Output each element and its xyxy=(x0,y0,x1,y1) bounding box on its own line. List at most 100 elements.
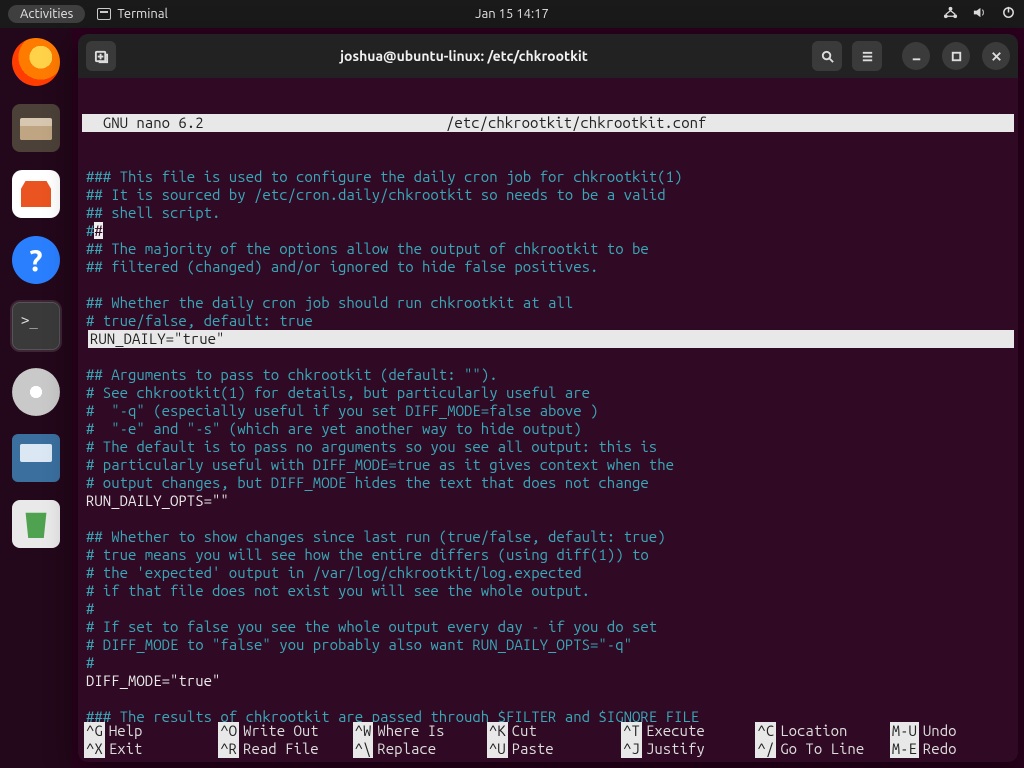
shortcut-label: Location xyxy=(780,722,847,740)
editor-line[interactable]: ## Whether to show changes since last ru… xyxy=(86,528,666,545)
shortcut-label: Redo xyxy=(923,740,957,758)
menu-button[interactable] xyxy=(852,41,882,71)
system-top-bar: Activities Terminal Jan 15 14:17 xyxy=(0,0,1024,28)
terminal-window: joshua@ubuntu-linux: /etc/chkrootkit GNU… xyxy=(78,34,1018,762)
editor-line[interactable]: ## shell script. xyxy=(86,204,220,221)
editor-line[interactable]: # DIFF_MODE to "false" you probably also… xyxy=(86,636,632,653)
dock-show-apps[interactable] xyxy=(16,698,56,738)
editor-line[interactable]: ## Arguments to pass to chkrootkit (defa… xyxy=(86,366,498,383)
nano-shortcut: ^\Replace xyxy=(353,740,475,758)
active-app-name: Terminal xyxy=(117,7,168,21)
close-button[interactable] xyxy=(982,42,1010,70)
editor-line[interactable]: RUN_DAILY="true" xyxy=(88,330,1014,348)
power-icon[interactable] xyxy=(1001,5,1016,23)
activities-button[interactable]: Activities xyxy=(8,5,85,23)
volume-icon[interactable] xyxy=(972,5,987,23)
shortcut-key: ^X xyxy=(84,740,105,758)
shortcut-key: ^U xyxy=(487,740,508,758)
editor-line[interactable]: # output changes, but DIFF_MODE hides th… xyxy=(86,474,649,491)
shortcut-key: ^W xyxy=(353,722,374,740)
editor-line[interactable]: ## It is sourced by /etc/cron.daily/chkr… xyxy=(86,186,666,203)
editor-line[interactable]: # true/false, default: true xyxy=(86,312,313,329)
dock-help[interactable]: ? xyxy=(12,236,60,284)
dock-software[interactable] xyxy=(12,170,60,218)
terminal-icon xyxy=(97,8,111,20)
nano-shortcut: ^TExecute xyxy=(621,722,743,740)
dock-save[interactable] xyxy=(12,434,60,482)
shortcut-label: Paste xyxy=(512,740,554,758)
editor-line[interactable]: # "-e" and "-s" (which are yet another w… xyxy=(86,420,582,437)
network-icon[interactable] xyxy=(943,5,958,23)
nano-shortcut: ^XExit xyxy=(84,740,206,758)
dock-firefox[interactable] xyxy=(12,38,60,86)
editor-line[interactable]: ## The majority of the options allow the… xyxy=(86,240,649,257)
shortcut-key: ^R xyxy=(218,740,239,758)
editor-line[interactable]: # If set to false you see the whole outp… xyxy=(86,618,657,635)
nano-shortcut: ^GHelp xyxy=(84,722,206,740)
nano-file-path: /etc/chkrootkit/chkrootkit.conf xyxy=(386,114,1010,132)
maximize-button[interactable] xyxy=(942,42,970,70)
nano-shortcut: M-ERedo xyxy=(890,740,1012,758)
shortcut-key: ^K xyxy=(487,722,508,740)
editor-line[interactable]: # See chkrootkit(1) for details, but par… xyxy=(86,384,590,401)
nano-buffer[interactable]: ### This file is used to configure the d… xyxy=(80,168,1016,722)
nano-shortcut-bar: ^GHelp ^OWrite Out ^WWhere Is ^KCut ^TExecut… xyxy=(78,722,1018,762)
dock-terminal[interactable]: >_ xyxy=(12,302,60,350)
nano-shortcut: ^CLocation xyxy=(755,722,877,740)
shortcut-key: ^\ xyxy=(353,740,374,758)
new-tab-button[interactable] xyxy=(86,41,116,71)
dock-disc[interactable] xyxy=(12,368,60,416)
shortcut-key: M-U xyxy=(890,722,919,740)
editor-line[interactable]: # if that file does not exist you will s… xyxy=(86,582,590,599)
editor-line[interactable]: ### The results of chkrootkit are passed… xyxy=(86,708,699,722)
editor-line[interactable]: ## xyxy=(86,222,103,239)
dock: ? >_ xyxy=(0,28,72,768)
nano-shortcut: ^RRead File xyxy=(218,740,340,758)
editor-line[interactable]: ## Whether the daily cron job should run… xyxy=(86,294,573,311)
editor-line[interactable]: RUN_DAILY_OPTS="" xyxy=(86,492,229,509)
editor-line[interactable]: ## filtered (changed) and/or ignored to … xyxy=(86,258,598,275)
dock-files[interactable] xyxy=(12,104,60,152)
shortcut-label: Justify xyxy=(646,740,705,758)
system-tray xyxy=(943,5,1016,23)
shortcut-label: Help xyxy=(109,722,143,740)
active-app-indicator[interactable]: Terminal xyxy=(97,7,168,21)
shortcut-key: ^C xyxy=(755,722,776,740)
shortcut-label: Go To Line xyxy=(780,740,864,758)
nano-titlebar: GNU nano 6.2 /etc/chkrootkit/chkrootkit.… xyxy=(82,114,1014,132)
nano-shortcut: ^UPaste xyxy=(487,740,609,758)
editor-line[interactable]: # particularly useful with DIFF_MODE=tru… xyxy=(86,456,674,473)
shortcut-label: Cut xyxy=(512,722,537,740)
shortcut-label: Where Is xyxy=(377,722,444,740)
nano-shortcut: ^JJustify xyxy=(621,740,743,758)
shortcut-key: ^J xyxy=(621,740,642,758)
minimize-button[interactable] xyxy=(902,42,930,70)
editor-line[interactable]: # xyxy=(86,654,94,671)
editor-line[interactable]: # The default is to pass no arguments so… xyxy=(86,438,657,455)
clock[interactable]: Jan 15 14:17 xyxy=(475,7,549,21)
terminal-viewport[interactable]: GNU nano 6.2 /etc/chkrootkit/chkrootkit.… xyxy=(78,78,1018,722)
editor-line[interactable]: # xyxy=(86,600,94,617)
nano-shortcut: ^KCut xyxy=(487,722,609,740)
editor-line[interactable]: # the 'expected' output in /var/log/chkr… xyxy=(86,564,582,581)
editor-line[interactable]: # true means you will see how the entire… xyxy=(86,546,649,563)
shortcut-key: M-E xyxy=(890,740,919,758)
editor-line[interactable]: # "-q" (especially useful if you set DIF… xyxy=(86,402,598,419)
nano-app-name: GNU nano 6.2 xyxy=(86,114,386,132)
window-titlebar: joshua@ubuntu-linux: /etc/chkrootkit xyxy=(78,34,1018,78)
shortcut-label: Replace xyxy=(377,740,436,758)
shortcut-label: Read File xyxy=(243,740,319,758)
search-button[interactable] xyxy=(812,41,842,71)
nano-shortcut: ^WWhere Is xyxy=(353,722,475,740)
shortcut-key: ^/ xyxy=(755,740,776,758)
shortcut-label: Undo xyxy=(923,722,957,740)
editor-line[interactable]: DIFF_MODE="true" xyxy=(86,672,220,689)
shortcut-key: ^O xyxy=(218,722,239,740)
nano-shortcut: ^OWrite Out xyxy=(218,722,340,740)
shortcut-key: ^T xyxy=(621,722,642,740)
shortcut-label: Write Out xyxy=(243,722,319,740)
nano-shortcut: M-UUndo xyxy=(890,722,1012,740)
window-title: joshua@ubuntu-linux: /etc/chkrootkit xyxy=(124,48,804,64)
dock-trash[interactable] xyxy=(12,500,60,548)
editor-line[interactable]: ### This file is used to configure the d… xyxy=(86,168,682,185)
